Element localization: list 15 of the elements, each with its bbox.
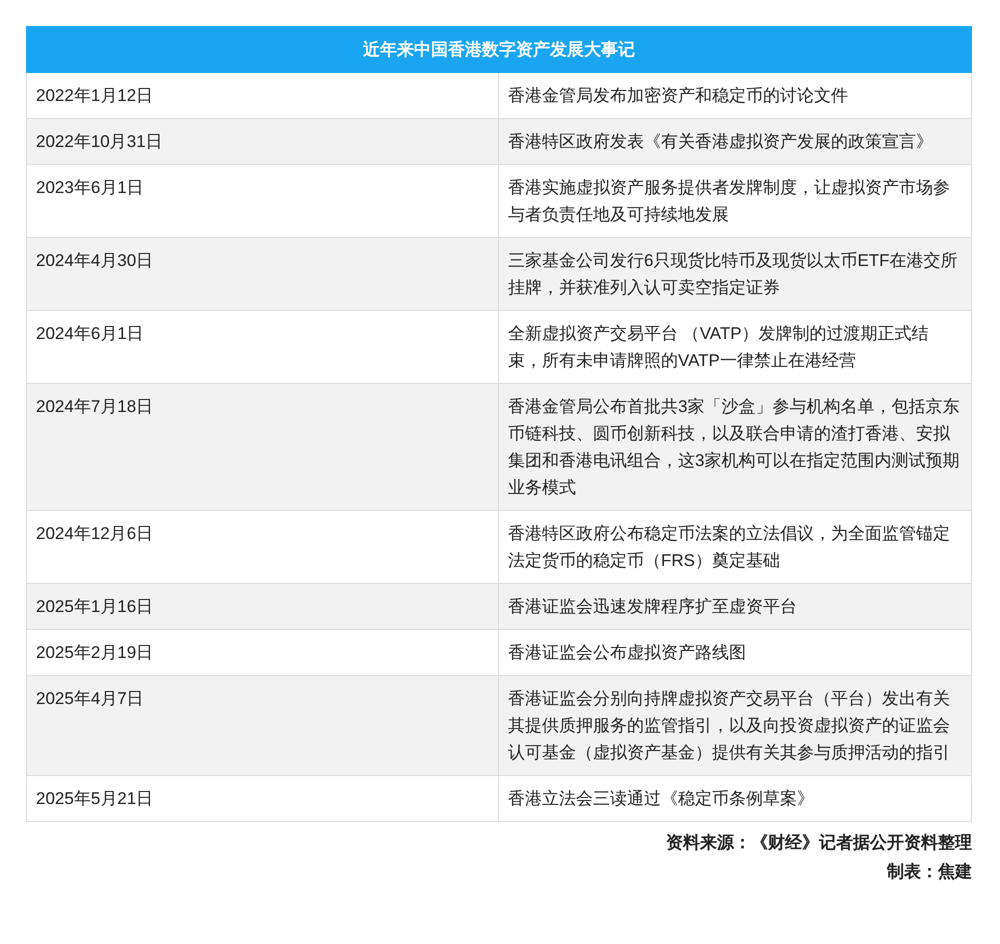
event-cell: 香港立法会三读通过《稳定币条例草案》: [498, 776, 972, 822]
event-cell: 香港证监会迅速发牌程序扩至虚资平台: [498, 584, 972, 630]
date-cell: 2022年10月31日: [26, 118, 498, 164]
date-cell: 2024年4月30日: [26, 238, 498, 310]
table-title: 近年来中国香港数字资产发展大事记: [26, 26, 972, 72]
event-cell: 香港金管局公布首批共3家「沙盒」参与机构名单，包括京东币链科技、圆币创新科技，以及联合申请的渣打香港、安拟集团和香港电讯组合，这3家机构可以在指定范围内测试预期业务模式: [498, 384, 972, 510]
date-cell: 2025年5月21日: [26, 776, 498, 822]
date-cell: 2024年7月18日: [26, 384, 498, 510]
source-note: 资料来源：《财经》记者据公开资料整理: [665, 832, 972, 854]
credit-note: 制表：焦建: [886, 861, 972, 883]
date-cell: 2025年4月7日: [26, 676, 498, 776]
event-cell: 香港特区政府发表《有关香港虚拟资产发展的政策宣言》: [498, 118, 972, 164]
event-cell: 香港证监会分别向持牌虚拟资产交易平台（平台）发出有关其提供质押服务的监管指引，以及向投资虚拟资产的证监会认可基金（虚拟资产基金）提供有关其参与质押活动的指引: [498, 676, 972, 776]
date-cell: 2025年1月16日: [26, 584, 498, 630]
event-cell: 三家基金公司发行6只现货比特币及现货以太币ETF在港交所挂牌，并获准列入认可卖空指定证券: [498, 238, 972, 310]
